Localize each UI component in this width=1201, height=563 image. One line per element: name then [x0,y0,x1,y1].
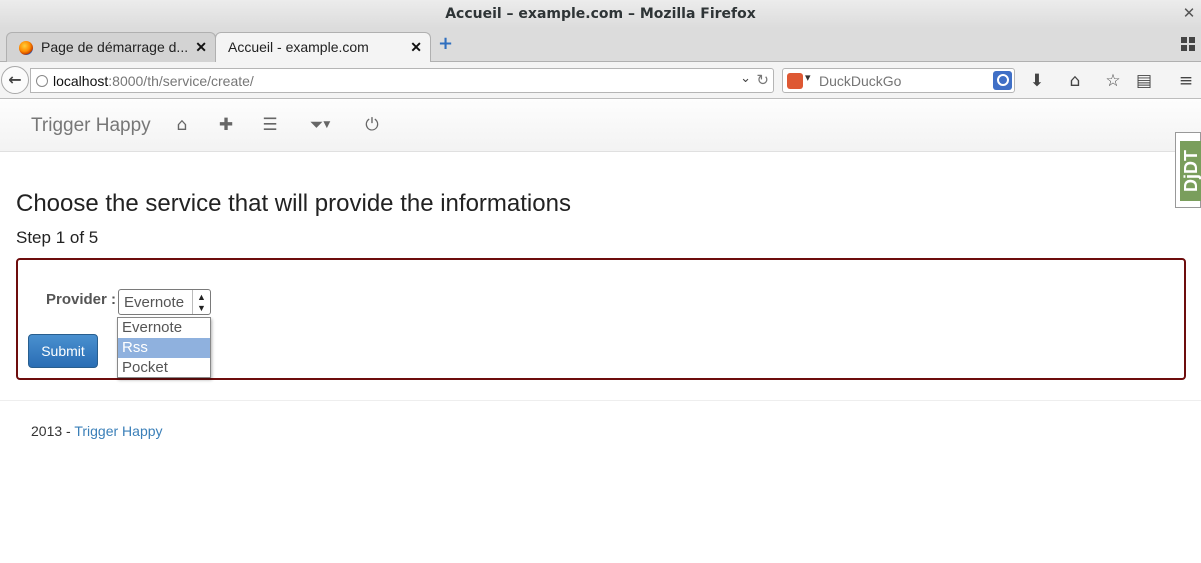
provider-dropdown-list: Evernote Rss Pocket [117,317,211,378]
url-bar[interactable]: localhost:8000/th/service/create/ ⌄ ↻ [30,68,774,93]
url-host: localhost [53,73,109,89]
brand-link[interactable]: Trigger Happy [31,115,151,137]
navigation-toolbar: ← localhost:8000/th/service/create/ ⌄ ↻ … [0,62,1201,99]
home-icon[interactable]: ⌂ [1062,68,1088,94]
search-bar[interactable]: ▾ [782,68,1015,93]
app-navbar: Trigger Happy ⌂ ✚ ☰ ⏷▼ ⏻ [0,100,1201,152]
provider-select[interactable]: Evernote ▲ ▼ [118,289,211,315]
tab-strip: Page de démarrage d... ✕ Accueil - examp… [0,28,1201,63]
download-icon[interactable]: ⬇ [1024,68,1050,94]
menu-icon[interactable]: ≡ [1173,68,1199,94]
new-tab-button[interactable]: + [438,33,453,54]
tab-start-page[interactable]: Page de démarrage d... ✕ [6,32,216,62]
tab-label: Accueil - example.com [228,39,369,55]
firefox-icon [19,41,33,55]
search-input[interactable] [819,72,989,90]
tab-groups-icon[interactable] [1181,37,1195,51]
page-content: Trigger Happy ⌂ ✚ ☰ ⏷▼ ⏻ DjDT Choose the… [0,100,1201,563]
step-indicator: Step 1 of 5 [16,228,99,247]
option-rss[interactable]: Rss [118,338,210,358]
reading-list-icon[interactable]: ▤ [1131,68,1157,94]
debug-toolbar-label: DjDT [1180,141,1201,201]
page-title: Choose the service that will provide the… [16,190,571,217]
home-icon[interactable]: ⌂ [171,114,193,136]
window-titlebar: Accueil – example.com – Mozilla Firefox … [0,0,1201,28]
tab-label: Page de démarrage d... [41,39,189,55]
search-icon[interactable] [993,71,1012,90]
tab-accueil[interactable]: Accueil - example.com ✕ [215,32,431,63]
back-button[interactable]: ← [1,66,29,94]
duckduckgo-icon[interactable] [787,73,803,89]
submit-button[interactable]: Submit [28,334,98,368]
footer-link[interactable]: Trigger Happy [74,423,162,439]
tab-close-button[interactable]: ✕ [195,33,207,61]
list-icon[interactable]: ☰ [259,114,281,136]
select-arrows-icon: ▲ ▼ [192,290,210,314]
option-pocket[interactable]: Pocket [118,358,210,378]
url-text[interactable]: localhost:8000/th/service/create/ [53,73,254,89]
globe-icon [36,75,48,87]
provider-label: Provider : [46,291,117,308]
provider-select-value: Evernote [124,294,185,311]
option-evernote[interactable]: Evernote [118,318,210,338]
filter-icon[interactable]: ⏷▼ [303,114,337,136]
power-icon[interactable]: ⏻ [361,114,383,136]
plus-icon[interactable]: ✚ [215,114,237,136]
window-close-button[interactable]: ✕ [1177,0,1201,28]
footer: 2013 - Trigger Happy [31,423,163,439]
reload-icon[interactable]: ↻ [756,71,769,89]
bookmark-star-icon[interactable]: ☆ [1100,68,1126,94]
debug-toolbar-handle[interactable]: DjDT [1175,132,1201,208]
footer-divider [0,400,1201,401]
chevron-down-icon[interactable]: ▾ [805,71,811,84]
url-path: :8000/th/service/create/ [108,73,254,89]
tab-close-button[interactable]: ✕ [410,33,422,61]
chevron-down-icon[interactable]: ⌄ [740,71,751,86]
window-title: Accueil – example.com – Mozilla Firefox [445,6,756,22]
footer-year: 2013 - [31,423,75,439]
